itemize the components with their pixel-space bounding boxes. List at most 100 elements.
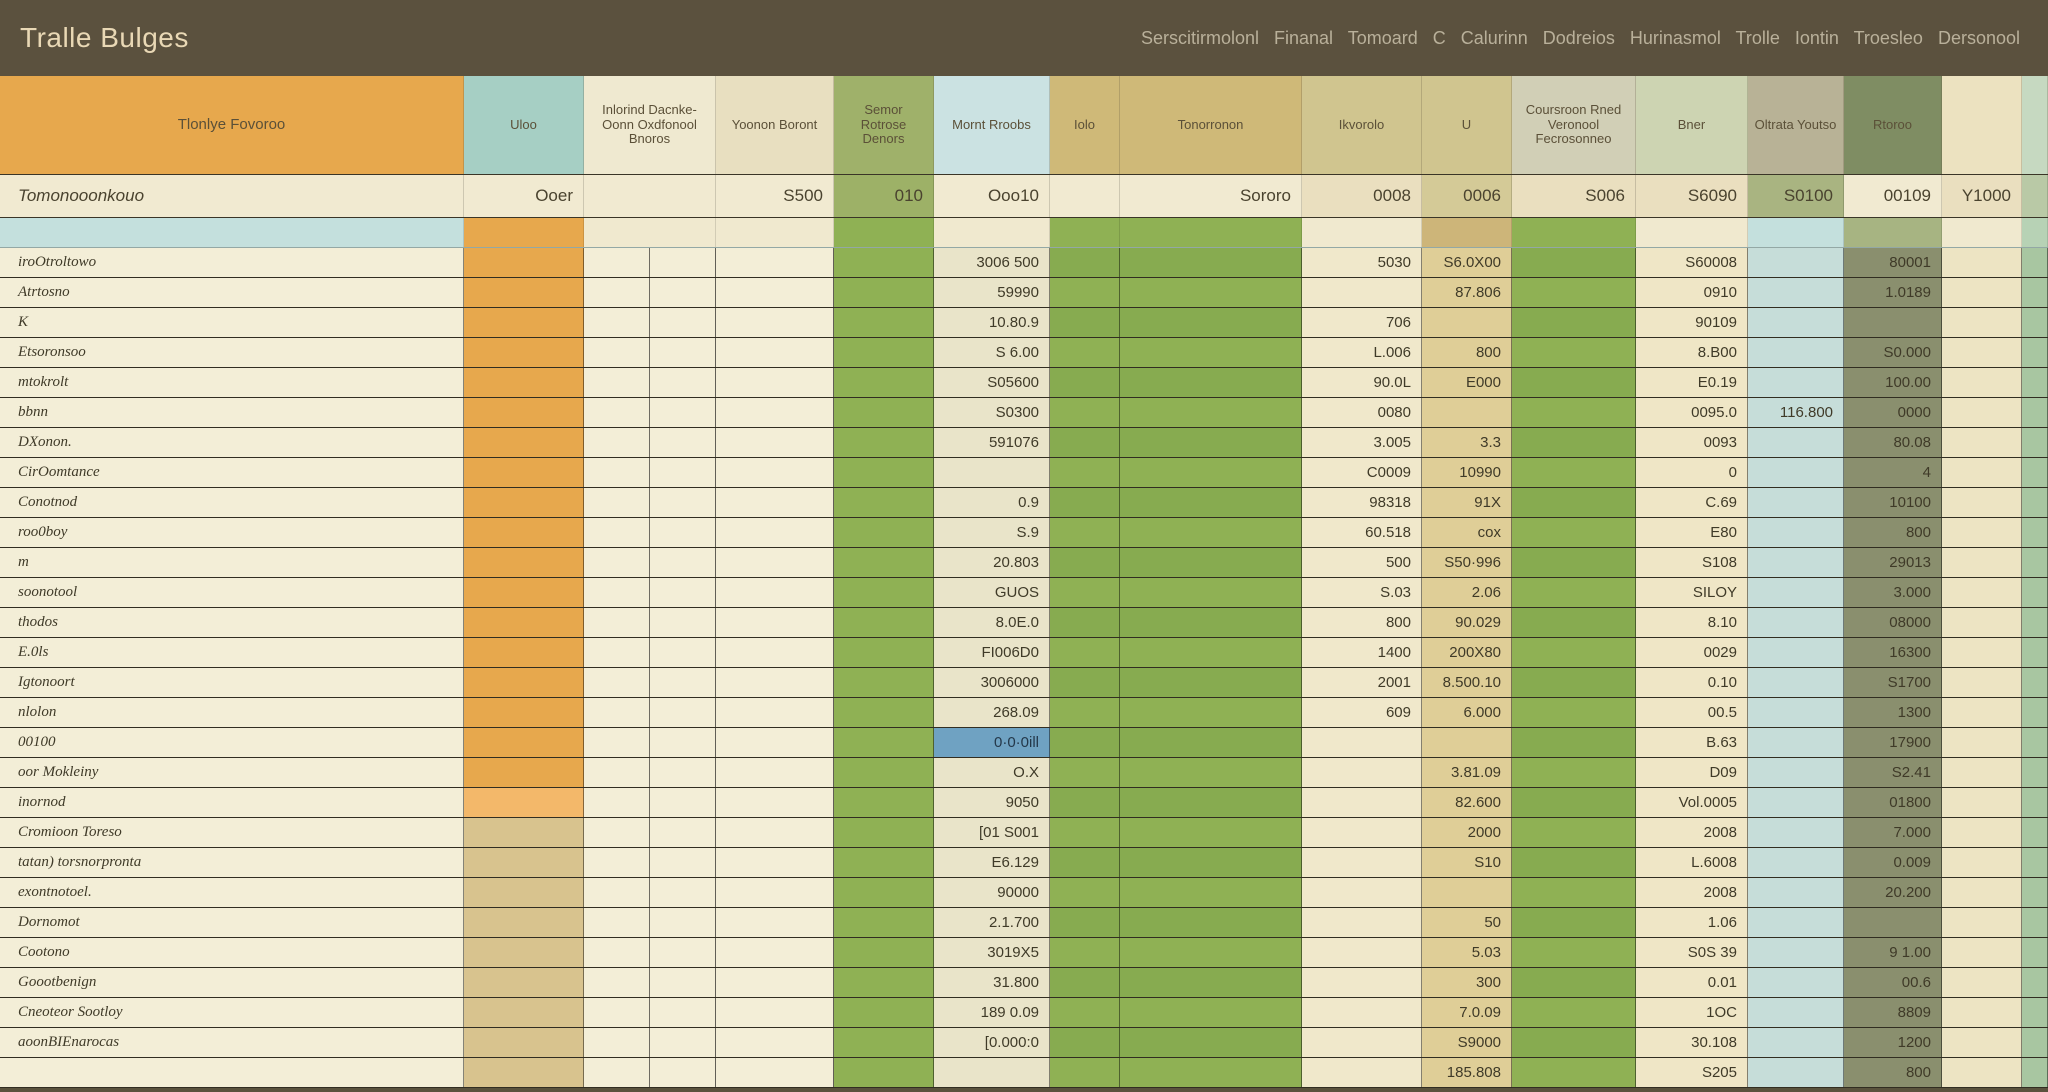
cell: [1120, 578, 1302, 607]
cell: [1512, 488, 1636, 517]
cell: 800: [1844, 518, 1942, 547]
page-title: Tralle Bulges: [20, 22, 189, 54]
cell: [834, 608, 934, 637]
row-label: Goootbenign: [0, 968, 464, 997]
row-label: inornod: [0, 788, 464, 817]
cell: [1050, 938, 1120, 967]
cell: 00.5: [1636, 698, 1748, 727]
cell: [1512, 818, 1636, 847]
row-label: roo0boy: [0, 518, 464, 547]
cell: 268.09: [934, 698, 1050, 727]
cell: [2022, 968, 2048, 997]
cell: 3.000: [1844, 578, 1942, 607]
cell: [1050, 1028, 1120, 1057]
cell: [584, 968, 716, 997]
cell: [716, 638, 834, 667]
cell: [716, 878, 834, 907]
cell: [1942, 998, 2022, 1027]
cell: 20.803: [934, 548, 1050, 577]
cell: [716, 1028, 834, 1057]
cell: 591076: [934, 428, 1050, 457]
cell: [1512, 1058, 1636, 1087]
cell: [1942, 548, 2022, 577]
col-8: Ikvorolo: [1302, 76, 1422, 174]
cell: cox: [1422, 518, 1512, 547]
cell: [464, 338, 584, 367]
cell: 7.0.09: [1422, 998, 1512, 1027]
cell: S10: [1422, 848, 1512, 877]
row-label: Etsoronsoo: [0, 338, 464, 367]
cell: [834, 878, 934, 907]
cell: [1512, 398, 1636, 427]
cell: S0.000: [1844, 338, 1942, 367]
cell: [2022, 488, 2048, 517]
cell: [716, 758, 834, 787]
cell: [1512, 878, 1636, 907]
cell: [2022, 278, 2048, 307]
cell: [1302, 848, 1422, 877]
cell: [1120, 728, 1302, 757]
cell: [716, 308, 834, 337]
totals-3: S500: [716, 175, 834, 217]
cell: [834, 728, 934, 757]
cell: [1512, 578, 1636, 607]
cell: [1748, 548, 1844, 577]
cell: 0.01: [1636, 968, 1748, 997]
cell: C0009: [1302, 458, 1422, 487]
cell: S2.41: [1844, 758, 1942, 787]
cell: S205: [1636, 1058, 1748, 1087]
cell: [1050, 608, 1120, 637]
cell: 16300: [1844, 638, 1942, 667]
spacer-band: [0, 218, 2048, 248]
cell: [1050, 548, 1120, 577]
cell: S.03: [1302, 578, 1422, 607]
cell: [716, 368, 834, 397]
cell: [1748, 518, 1844, 547]
cell: [1748, 848, 1844, 877]
cell: [1844, 308, 1942, 337]
cell: [1942, 518, 2022, 547]
cell: 300: [1422, 968, 1512, 997]
cell: 87.806: [1422, 278, 1512, 307]
cell: [834, 368, 934, 397]
cell: [716, 608, 834, 637]
cell: [1512, 458, 1636, 487]
col-1: Uloo: [464, 76, 584, 174]
totals-7: Sororo: [1120, 175, 1302, 217]
cell: [1512, 308, 1636, 337]
cell: S05600: [934, 368, 1050, 397]
cell: [1120, 848, 1302, 877]
cell: [1120, 818, 1302, 847]
cell: [1120, 428, 1302, 457]
cell: [1120, 938, 1302, 967]
cell: [464, 1028, 584, 1057]
cell: [834, 518, 934, 547]
cell: [584, 398, 716, 427]
cell: [1050, 698, 1120, 727]
cell: 1OC: [1636, 998, 1748, 1027]
cell: [1512, 548, 1636, 577]
cell: [834, 908, 934, 937]
cell: [1050, 968, 1120, 997]
cell: [1748, 308, 1844, 337]
cell: [834, 1028, 934, 1057]
cell: [1050, 428, 1120, 457]
cell: [1748, 818, 1844, 847]
cell: [1050, 488, 1120, 517]
cell: [584, 458, 716, 487]
col-13: Rtoroo: [1844, 76, 1942, 174]
cell: [584, 938, 716, 967]
data-grid: iroOtroltowo3006 5005030S6.0X00S60008800…: [0, 248, 2048, 1092]
totals-2: [584, 175, 716, 217]
col-3: Yoonon Boront: [716, 76, 834, 174]
cell: [2022, 308, 2048, 337]
cell: [2022, 1028, 2048, 1057]
col-4: Semor Rotrose Denors: [834, 76, 934, 174]
col-6: Iolo: [1050, 76, 1120, 174]
cell: [1120, 458, 1302, 487]
cell: [1748, 338, 1844, 367]
cell: 1.06: [1636, 908, 1748, 937]
cell: [1120, 1028, 1302, 1057]
cell: 2008: [1636, 878, 1748, 907]
cell: [584, 308, 716, 337]
